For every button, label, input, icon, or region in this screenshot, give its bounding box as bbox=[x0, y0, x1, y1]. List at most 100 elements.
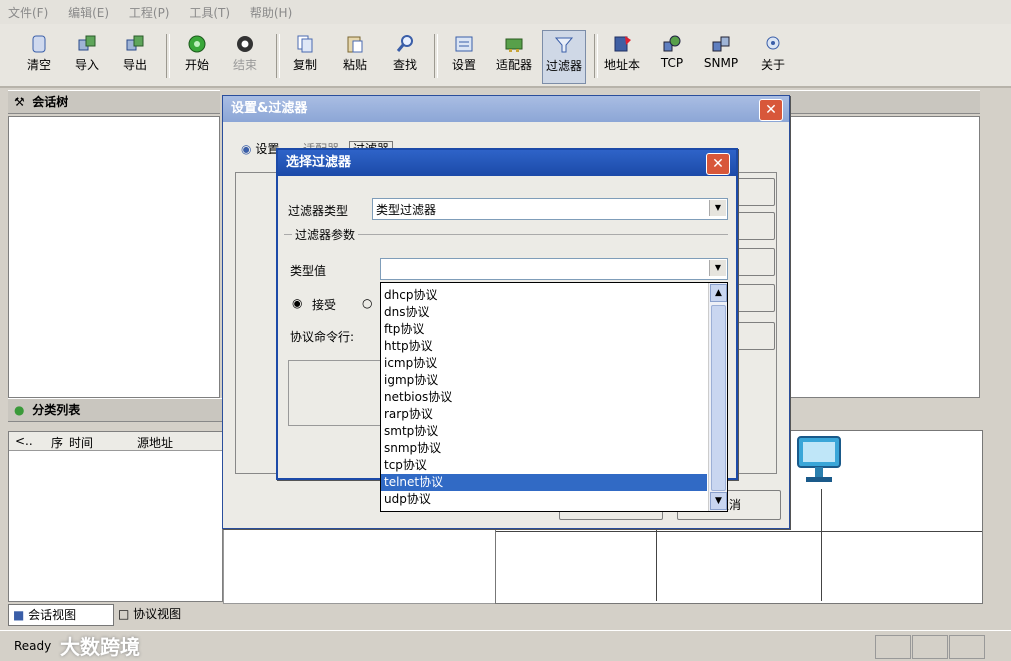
settings-button[interactable]: 设置 bbox=[443, 30, 485, 82]
select-filter-titlebar: 选择过滤器 bbox=[278, 150, 736, 176]
monitor-icon[interactable] bbox=[796, 435, 842, 494]
scroll-down-icon[interactable]: ▼ bbox=[710, 492, 727, 510]
settings-dialog-titlebar: 设置&过滤器 bbox=[223, 96, 789, 122]
snmp-button[interactable]: SNMP bbox=[700, 30, 742, 82]
session-tree-body[interactable] bbox=[8, 116, 220, 398]
list-item[interactable]: icmp协议 bbox=[381, 355, 707, 372]
command-line-box[interactable] bbox=[288, 360, 390, 426]
toolbar: 清空 导入 导出 开始 结束 复制 粘贴 查找 设置 适配器 过滤器 地址本 T… bbox=[0, 24, 1011, 88]
address-book-label: 地址本 bbox=[603, 58, 640, 72]
stop-icon bbox=[234, 34, 256, 54]
watermark: 大数跨境 bbox=[60, 635, 140, 659]
type-value-dropdown[interactable]: dhcp协议 dns协议 ftp协议 http协议 icmp协议 igmp协议 … bbox=[380, 282, 728, 512]
start-button[interactable]: 开始 bbox=[176, 30, 218, 82]
snmp-label: SNMP bbox=[703, 56, 739, 70]
scroll-up-icon[interactable]: ▲ bbox=[710, 284, 727, 302]
import-button[interactable]: 导入 bbox=[66, 30, 108, 82]
status-pane bbox=[875, 635, 911, 659]
about-label: 关于 bbox=[760, 58, 785, 72]
type-value-select[interactable]: ▼ bbox=[380, 258, 728, 280]
bottom-tabs: ■ 会话视图 □ 协议视图 bbox=[8, 602, 228, 626]
column-header[interactable]: 时间 bbox=[69, 434, 93, 451]
filter-type-label: 过滤器类型 bbox=[288, 204, 349, 218]
category-list-panel: ● 分类列表 <.. 序 时间 源地址 bbox=[8, 398, 223, 602]
copy-label: 复制 bbox=[292, 58, 317, 72]
list-item[interactable]: igmp协议 bbox=[381, 372, 707, 389]
menu-tools[interactable]: 工具(T) bbox=[181, 0, 238, 21]
select-filter-dialog: 选择过滤器 ✕ 过滤器类型 类型过滤器 ▼ 过滤器参数 类型值 ▼ ◉ 接受 ○… bbox=[276, 148, 738, 512]
list-item[interactable]: netbios协议 bbox=[381, 389, 707, 406]
settings-close-button[interactable]: ✕ bbox=[759, 99, 783, 121]
export-label: 导出 bbox=[122, 58, 147, 72]
start-label: 开始 bbox=[184, 58, 209, 72]
right-top-header bbox=[780, 90, 980, 114]
category-list-table[interactable]: <.. 序 时间 源地址 bbox=[8, 431, 223, 602]
list-item[interactable]: telnet协议 bbox=[381, 474, 707, 491]
status-text: Ready bbox=[14, 639, 52, 653]
tab-session-view[interactable]: ■ 会话视图 bbox=[8, 604, 114, 626]
list-item[interactable]: udp协议 bbox=[381, 491, 707, 508]
accept-radio[interactable]: ◉ bbox=[292, 296, 302, 310]
settings-dialog-title: 设置&过滤器 bbox=[231, 101, 308, 116]
list-item[interactable]: dhcp协议 bbox=[381, 287, 707, 304]
list-item[interactable]: dns协议 bbox=[381, 304, 707, 321]
option-list: dhcp协议 dns协议 ftp协议 http协议 icmp协议 igmp协议 … bbox=[381, 287, 707, 508]
stop-button[interactable]: 结束 bbox=[224, 30, 266, 82]
export-icon bbox=[124, 34, 146, 54]
session-tree-panel: ⚒ 会话树 bbox=[8, 90, 220, 398]
list-item[interactable]: rarp协议 bbox=[381, 406, 707, 423]
filter-close-button[interactable]: ✕ bbox=[706, 153, 730, 175]
copy-button[interactable]: 复制 bbox=[284, 30, 326, 82]
filter-type-select[interactable]: 类型过滤器 ▼ bbox=[372, 198, 728, 220]
adapter-button[interactable]: 适配器 bbox=[493, 30, 535, 82]
chevron-down-icon[interactable]: ▼ bbox=[709, 260, 726, 276]
column-header[interactable]: 源地址 bbox=[137, 434, 173, 451]
reject-radio[interactable]: ○ bbox=[362, 296, 372, 310]
paste-label: 粘贴 bbox=[342, 58, 367, 72]
toolbar-separator bbox=[166, 34, 170, 78]
list-item[interactable]: ftp协议 bbox=[381, 321, 707, 338]
find-button[interactable]: 查找 bbox=[384, 30, 426, 82]
column-header[interactable]: 序 bbox=[51, 434, 63, 451]
address-book-button[interactable]: 地址本 bbox=[601, 30, 643, 82]
list-item[interactable]: http协议 bbox=[381, 338, 707, 355]
chevron-down-icon[interactable]: ▼ bbox=[709, 200, 726, 216]
category-icon: ● bbox=[14, 403, 25, 417]
type-value-label: 类型值 bbox=[290, 264, 327, 278]
filter-button[interactable]: 过滤器 bbox=[542, 30, 586, 84]
column-header[interactable]: <.. bbox=[15, 434, 33, 448]
dropdown-scrollbar[interactable]: ▲ ▼ bbox=[708, 283, 727, 511]
menu-file[interactable]: 文件(F) bbox=[0, 0, 56, 21]
list-item[interactable]: snmp协议 bbox=[381, 440, 707, 457]
tcp-label: TCP bbox=[660, 56, 684, 70]
protocol-view-icon: □ bbox=[118, 607, 130, 621]
tcp-button[interactable]: TCP bbox=[651, 30, 693, 82]
find-label: 查找 bbox=[392, 58, 417, 72]
menu-help[interactable]: 帮助(H) bbox=[242, 0, 300, 21]
menu-edit[interactable]: 编辑(E) bbox=[60, 0, 117, 21]
session-view-label: 会话视图 bbox=[28, 608, 77, 622]
right-top-panel bbox=[780, 90, 980, 398]
settings-label: 设置 bbox=[451, 58, 476, 72]
clear-button[interactable]: 清空 bbox=[18, 30, 60, 82]
stop-label: 结束 bbox=[232, 58, 257, 72]
start-icon bbox=[186, 34, 208, 54]
status-bar: Ready 大数跨境 bbox=[0, 630, 1011, 661]
tab-settings-icon: ◉ bbox=[241, 142, 252, 156]
list-item[interactable]: tcp协议 bbox=[381, 457, 707, 474]
session-view-icon: ■ bbox=[13, 608, 25, 622]
scroll-thumb[interactable] bbox=[711, 305, 726, 491]
list-item[interactable]: smtp协议 bbox=[381, 423, 707, 440]
settings-icon bbox=[453, 34, 475, 54]
filter-icon bbox=[553, 35, 575, 55]
tab-protocol-view[interactable]: □ 协议视图 bbox=[114, 604, 218, 624]
export-button[interactable]: 导出 bbox=[114, 30, 156, 82]
accept-label: 接受 bbox=[312, 298, 337, 312]
command-line-label: 协议命令行: bbox=[290, 330, 355, 344]
menu-project[interactable]: 工程(P) bbox=[121, 0, 178, 21]
about-button[interactable]: 关于 bbox=[752, 30, 794, 82]
right-top-body[interactable] bbox=[780, 116, 980, 398]
paste-button[interactable]: 粘贴 bbox=[334, 30, 376, 82]
filter-type-value: 类型过滤器 bbox=[376, 203, 437, 217]
table-header: <.. 序 时间 源地址 bbox=[9, 432, 222, 451]
